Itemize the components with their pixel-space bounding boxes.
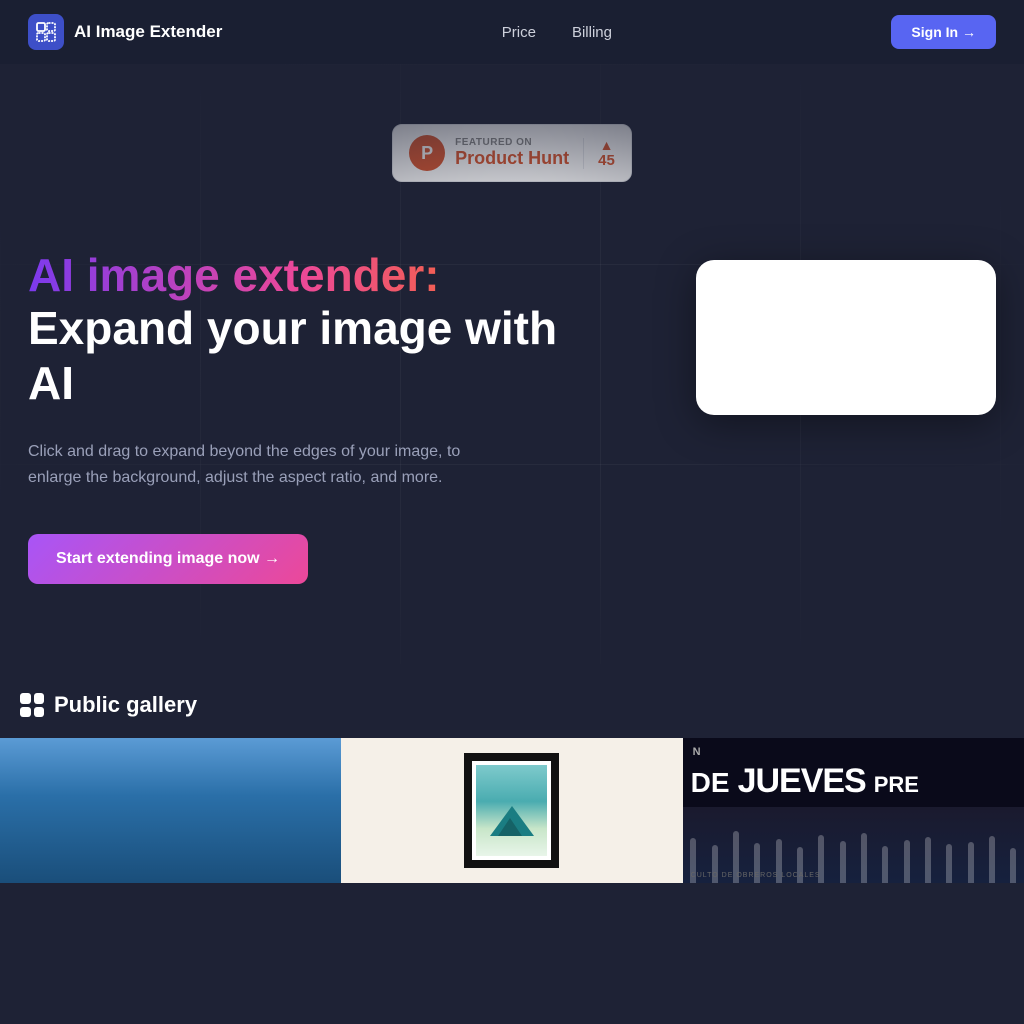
hero-section: P FEATURED ON Product Hunt ▲ 45 AI image… [0,64,1024,664]
vote-count: 45 [598,152,615,169]
nav-links: Price Billing [502,24,612,41]
logo-text: AI Image Extender [74,22,222,42]
hero-gradient-title: AI image extender: [28,250,568,301]
crowd-person [904,840,910,883]
hero-inner: AI image extender: Expand your image wit… [28,230,996,584]
hero-heading: AI image extender: Expand your image wit… [28,250,568,411]
mountain-shape2-icon [498,818,522,836]
signin-button[interactable]: Sign In → [891,15,996,49]
frame-inner [476,765,547,856]
hero-description: Click and drag to expand beyond the edge… [28,439,488,490]
upvote-arrow-icon: ▲ [600,138,614,152]
gallery-title: Public gallery [54,692,197,718]
product-hunt-name: Product Hunt [455,148,569,169]
art-frame [464,753,559,868]
jueves-title: JUEVES [738,762,866,801]
jueves-bottom: CULTO DE OBREROS LOCALES [683,807,1024,883]
nav-link-price[interactable]: Price [502,24,536,41]
product-hunt-featured-label: FEATURED ON [455,137,569,148]
navbar: AI Image Extender Price Billing Sign In … [0,0,1024,64]
crowd-person [840,841,846,883]
crowd-person [925,837,931,883]
gallery-item-2[interactable] [341,738,682,883]
product-hunt-votes: ▲ 45 [583,138,615,169]
gallery-item-1[interactable] [0,738,341,883]
gallery-section: Public gallery N DE JUEVES PRE [0,664,1024,883]
crowd-person [861,833,867,883]
product-hunt-text: FEATURED ON Product Hunt [455,137,569,169]
gallery-strip: N DE JUEVES PRE [0,738,1024,883]
image-preview-card [696,260,996,415]
jueves-top: N [683,738,1024,762]
logo-icon [28,14,64,50]
jueves-suffix: PRE [874,772,919,798]
jueves-prefix: DE [691,767,730,799]
product-hunt-logo: P [409,135,445,171]
crowd-person [1010,848,1016,883]
logo[interactable]: AI Image Extender [28,14,222,50]
crowd-person [946,844,952,883]
hero-left: AI image extender: Expand your image wit… [28,230,568,584]
gallery-icon [20,693,44,717]
hero-right [696,260,996,415]
crowd-person [968,842,974,883]
jueves-subtitle: CULTO DE OBREROS LOCALES [691,872,821,879]
nav-link-billing[interactable]: Billing [572,24,612,41]
hero-white-title: Expand your image with AI [28,301,568,411]
product-hunt-badge[interactable]: P FEATURED ON Product Hunt ▲ 45 [392,124,632,182]
gallery-item-3[interactable]: N DE JUEVES PRE [683,738,1024,883]
jueves-main: DE JUEVES PRE [683,762,1024,801]
gallery-header: Public gallery [0,692,1024,738]
crowd-person [882,846,888,883]
crowd-person [989,836,995,883]
cta-button[interactable]: Start extending image now → [28,534,308,584]
